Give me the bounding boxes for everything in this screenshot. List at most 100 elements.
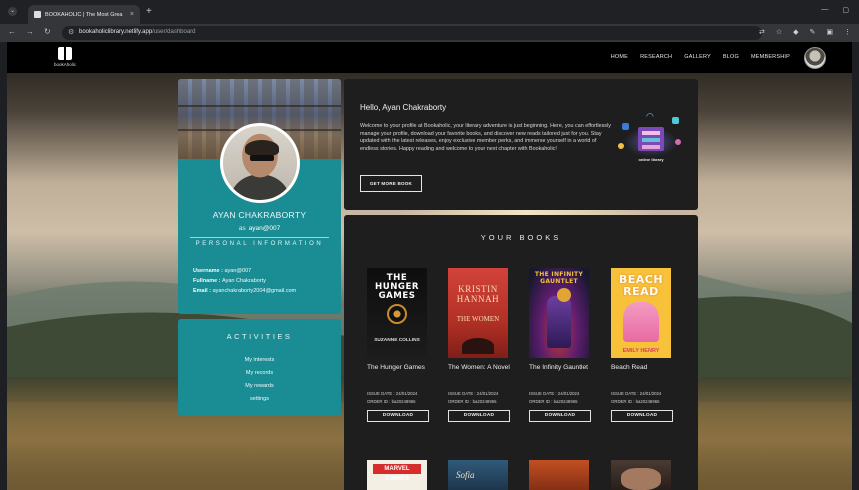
puzzle-icon[interactable]: ▣ <box>826 28 833 36</box>
bookshelf-icon <box>638 127 664 151</box>
activities-heading: ACTIVITIES <box>226 332 293 341</box>
tab-title: BOOKAHOLIC | The Most Grea <box>45 11 123 18</box>
as-label: as <box>238 225 246 232</box>
book-card: KRISTIN HANNAH THE WOMEN The Women: A No… <box>448 268 512 422</box>
info-value: Ayan Chakraborty <box>222 278 266 284</box>
dashboard-page: bookAholic HOME RESEARCH GALLERY BLOG ME… <box>7 42 852 490</box>
book-cover[interactable]: THE HUNGER GAMES SUZANNE COLLINS <box>367 268 427 358</box>
maximize-icon[interactable]: ▢ <box>842 6 849 14</box>
pen-icon[interactable]: ✎ <box>810 28 816 36</box>
nav-membership[interactable]: MEMBERSHIP <box>751 54 790 60</box>
illustration-caption: online library <box>638 157 664 162</box>
book-title: Beach Read <box>611 364 648 371</box>
user-avatar[interactable] <box>804 47 826 69</box>
site-header: bookAholic HOME RESEARCH GALLERY BLOG ME… <box>7 42 852 73</box>
book-title: The Women: A Novel <box>448 364 510 371</box>
gauntlet-icon <box>557 288 571 302</box>
info-label: Fullname : <box>193 278 223 284</box>
nav-home[interactable]: HOME <box>611 54 628 60</box>
cover-title: THE INFINITY GAUNTLET <box>534 271 584 285</box>
get-more-book-button[interactable]: GET MORE BOOK <box>360 175 422 192</box>
download-button[interactable]: DOWNLOAD <box>611 410 673 422</box>
book-cover-partial[interactable] <box>611 460 671 490</box>
extension-icon[interactable]: ◆ <box>793 28 798 36</box>
main-nav: HOME RESEARCH GALLERY BLOG MEMBERSHIP <box>611 54 790 60</box>
book-cover-partial[interactable]: Sofia <box>448 460 508 490</box>
profile-photo-glasses <box>250 155 274 161</box>
activity-link-settings[interactable]: settings <box>178 393 341 406</box>
personal-info-heading: PERSONAL INFORMATION <box>195 241 324 247</box>
personal-info-list: Username : ayan@007 Fullname : Ayan Chak… <box>193 266 296 296</box>
tab-close-icon[interactable]: × <box>130 11 134 18</box>
wifi-icon: ◠ <box>646 111 654 121</box>
address-bar-row: ← → ↻ ⚙ bookaholiclibrary.netlify.app/us… <box>0 24 859 42</box>
book-card: BEACH READ EMILY HENRY Beach Read ISSUE … <box>611 268 675 422</box>
welcome-panel: Hello, Ayan Chakraborty Welcome to your … <box>344 79 698 210</box>
reload-icon[interactable]: ↻ <box>44 27 51 36</box>
logo-text: bookAholic <box>53 62 76 67</box>
activities-list: My interests My records My rewards setti… <box>178 354 341 406</box>
cover-figure <box>547 296 571 348</box>
cover-title: THE WOMEN <box>456 315 500 323</box>
cover-author: EMILY HENRY <box>622 348 660 354</box>
book-cover[interactable]: THE INFINITY GAUNTLET <box>529 268 589 358</box>
cover-silhouette <box>462 338 494 354</box>
nav-blog[interactable]: BLOG <box>723 54 739 60</box>
download-button[interactable]: DOWNLOAD <box>448 410 510 422</box>
activity-link-rewards[interactable]: My rewards <box>178 380 341 393</box>
book-card: THE HUNGER GAMES SUZANNE COLLINS The Hun… <box>367 268 431 422</box>
url-field[interactable]: ⚙ bookaholiclibrary.netlify.app/user/das… <box>62 26 762 40</box>
url-text: bookaholiclibrary.netlify.app/user/dashb… <box>79 29 196 35</box>
book-cover-partial[interactable] <box>529 460 589 490</box>
site-logo[interactable]: bookAholic <box>52 46 78 70</box>
mockingjay-icon <box>387 304 407 324</box>
book-cover[interactable]: KRISTIN HANNAH THE WOMEN <box>448 268 508 358</box>
activity-link-interests[interactable]: My interests <box>178 354 341 367</box>
illustration-tile <box>672 117 679 124</box>
illustration-dot <box>675 139 681 145</box>
info-label: Username : <box>193 268 225 274</box>
arrow-left-icon[interactable]: ← <box>8 27 16 36</box>
book-issue-date: ISSUE DATE : 24/01/2024 <box>367 391 418 396</box>
nav-gallery[interactable]: GALLERY <box>684 54 711 60</box>
minimize-icon[interactable]: — <box>821 6 828 14</box>
tab-search-icon[interactable]: ⌄ <box>8 7 17 16</box>
book-issue-date: ISSUE DATE : 24/01/2024 <box>611 391 662 396</box>
profile-handle: as ayan@007 <box>178 225 341 232</box>
book-cover[interactable]: BEACH READ EMILY HENRY <box>611 268 671 358</box>
activities-card: ACTIVITIES My interests My records My re… <box>178 319 341 416</box>
browser-tab[interactable]: BOOKAHOLIC | The Most Grea × <box>28 5 140 24</box>
info-value: ayan@007 <box>224 268 252 274</box>
cover-author: KRISTIN HANNAH <box>456 284 500 304</box>
cover-title: MARVEL COMICS <box>373 464 421 482</box>
download-button[interactable]: DOWNLOAD <box>529 410 591 422</box>
nav-research[interactable]: RESEARCH <box>640 54 672 60</box>
cover-figure <box>623 302 659 342</box>
illustration-dot <box>618 143 624 149</box>
bookmark-star-icon[interactable]: ☆ <box>776 28 782 36</box>
site-info-icon[interactable]: ⚙ <box>68 28 74 36</box>
info-label: Email : <box>193 288 213 294</box>
profile-photo-hair <box>245 140 279 156</box>
translate-icon[interactable]: ⇄ <box>759 28 765 36</box>
menu-dots-icon[interactable]: ⋮ <box>844 28 851 36</box>
activity-link-records[interactable]: My records <box>178 367 341 380</box>
download-button[interactable]: DOWNLOAD <box>367 410 429 422</box>
url-path: /user/dashboard <box>152 29 196 35</box>
book-card: THE INFINITY GAUNTLET The Infinity Gaunt… <box>529 268 593 422</box>
book-title: The Infinity Gauntlet <box>529 364 589 371</box>
book-cover-partial[interactable]: MARVEL COMICS <box>367 460 427 490</box>
shelf-line <box>178 105 341 107</box>
browser-tab-bar: ⌄ BOOKAHOLIC | The Most Grea × + — ▢ <box>0 0 859 24</box>
cover-title: BEACH READ <box>618 273 664 298</box>
welcome-message: Welcome to your profile at Bookaholic, y… <box>360 123 611 152</box>
divider <box>190 237 329 238</box>
info-value: ayanchakraborty2004@gmail.com <box>212 288 297 294</box>
book-issue-date: ISSUE DATE : 24/01/2024 <box>448 391 499 396</box>
new-tab-button[interactable]: + <box>146 6 152 17</box>
online-library-illustration: ◠ online library <box>616 107 686 169</box>
profile-name: AYAN CHAKRABORTY <box>212 210 307 220</box>
arrow-right-icon[interactable]: → <box>26 27 34 36</box>
book-order-id: ORDER ID : ba20248965 <box>529 399 578 404</box>
browser-nav-buttons: ← → ↻ <box>8 27 51 36</box>
